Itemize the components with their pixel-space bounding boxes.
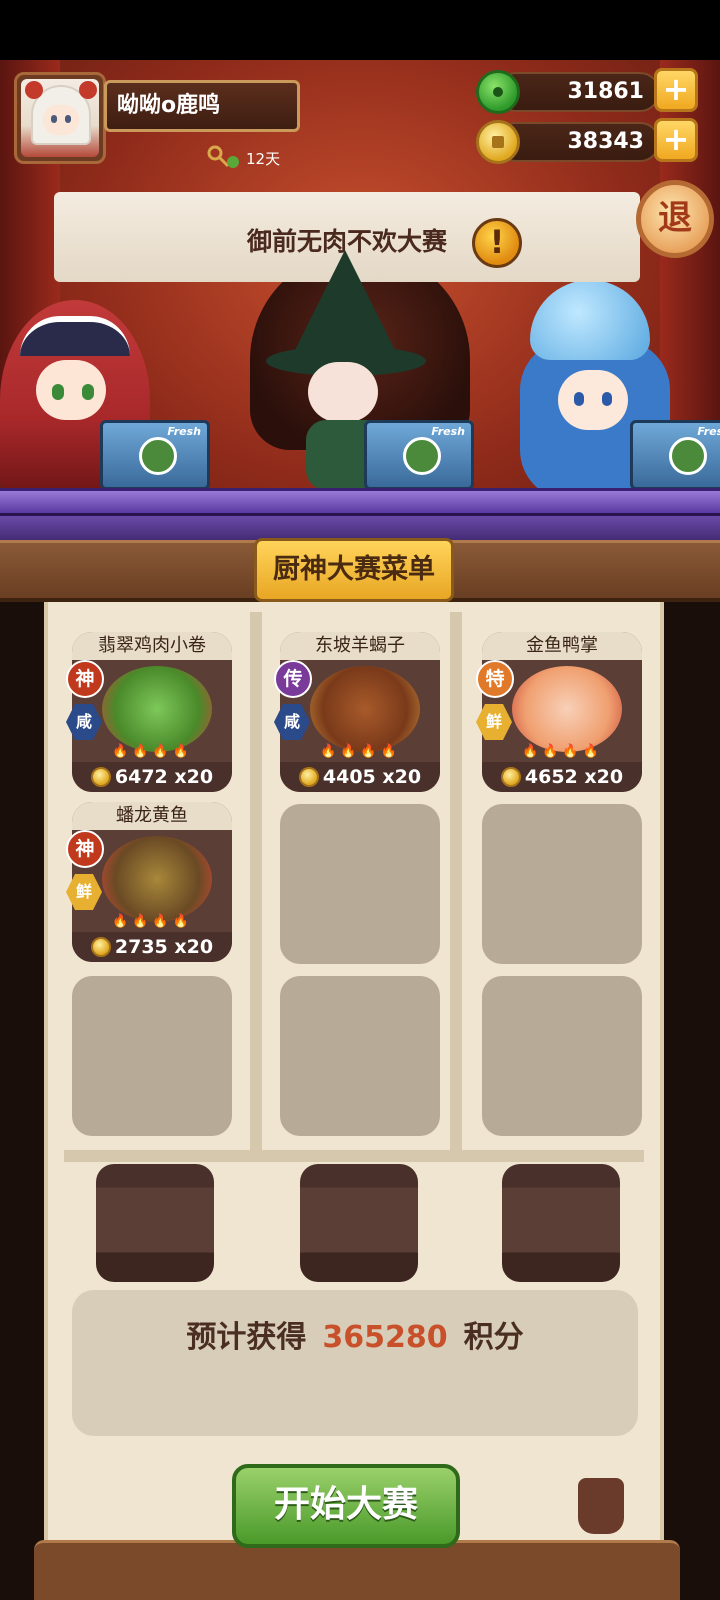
- alert-icon[interactable]: !: [472, 218, 522, 268]
- days-count: 12天: [246, 150, 281, 168]
- dish-name: 蟠龙黄鱼: [72, 802, 232, 830]
- heat-icons: 🔥🔥🔥🔥: [522, 744, 603, 759]
- estimate-label: 预计获得: [186, 1320, 307, 1355]
- dish-name: 金鱼鸭掌: [482, 632, 642, 660]
- dish-name: 东坡羊蝎子: [280, 632, 440, 660]
- player-avatar[interactable]: [14, 72, 106, 164]
- coin-icon: [500, 767, 521, 787]
- dish-price: 6472 x20: [72, 762, 232, 792]
- player-name: 呦呦o鹿鸣: [104, 80, 300, 132]
- dish-image: [310, 666, 420, 752]
- empty-dish-slot[interactable]: [280, 976, 440, 1136]
- estimated-score: 预计获得 365280 积分: [72, 1290, 638, 1436]
- chef-slot[interactable]: [502, 1164, 620, 1282]
- empty-dish-slot[interactable]: [280, 804, 440, 964]
- rank-badge: 特: [476, 660, 514, 698]
- heat-icons: 🔥🔥🔥🔥: [112, 914, 193, 929]
- dish-price: 4405 x20: [280, 762, 440, 792]
- column-divider: [450, 612, 462, 1152]
- estimate-value: 365280: [322, 1320, 448, 1355]
- heat-icons: 🔥🔥🔥🔥: [112, 744, 193, 759]
- dish-price: 2735 x20: [72, 932, 232, 962]
- fresh-counter: Fresh: [364, 420, 474, 490]
- coin-icon: [90, 937, 111, 957]
- rank-badge: 传: [274, 660, 312, 698]
- dish-card[interactable]: 东坡羊蝎子 🔥🔥🔥🔥 4405 x20 传 咸: [274, 632, 446, 802]
- column-divider: [250, 612, 262, 1152]
- menu-title: 厨神大赛菜单: [254, 538, 454, 602]
- fresh-counter: Fresh: [630, 420, 720, 490]
- add-coins-button[interactable]: +: [654, 118, 698, 162]
- stage-floor: [0, 488, 720, 516]
- heat-icons: 🔥🔥🔥🔥: [320, 744, 401, 759]
- shelf-divider: [64, 1150, 644, 1162]
- fresh-counter: Fresh: [100, 420, 210, 490]
- chef-slot[interactable]: [300, 1164, 418, 1282]
- empty-dish-slot[interactable]: [482, 976, 642, 1136]
- bottom-rail: [34, 1540, 680, 1600]
- status-bar-area: [0, 0, 720, 60]
- empty-dish-slot[interactable]: [72, 976, 232, 1136]
- estimate-unit: 积分: [463, 1320, 524, 1355]
- exit-button[interactable]: 退: [636, 180, 714, 258]
- jade-icon: [476, 70, 520, 114]
- key-icon: [207, 145, 239, 168]
- chef-slot[interactable]: [96, 1164, 214, 1282]
- empty-dish-slot[interactable]: [482, 804, 642, 964]
- dish-price: 4652 x20: [482, 762, 642, 792]
- rank-badge: 神: [66, 660, 104, 698]
- dish-card[interactable]: 金鱼鸭掌 🔥🔥🔥🔥 4652 x20 特 鲜: [476, 632, 648, 802]
- rank-badge: 神: [66, 830, 104, 868]
- coin-icon: [476, 120, 520, 164]
- dish-card[interactable]: 蟠龙黄鱼 🔥🔥🔥🔥 2735 x20 神 鲜: [66, 802, 238, 972]
- avatar: [21, 79, 99, 157]
- dish-image: [512, 666, 622, 752]
- add-jade-button[interactable]: +: [654, 68, 698, 112]
- dish-image: [102, 666, 212, 752]
- dish-name: 翡翠鸡肉小卷: [72, 632, 232, 660]
- dish-card[interactable]: 翡翠鸡肉小卷 🔥🔥🔥🔥 6472 x20 神 咸: [66, 632, 238, 802]
- coin-amount: 38343: [496, 122, 660, 162]
- start-contest-button[interactable]: 开始大赛: [232, 1464, 460, 1548]
- utensil-pot-decoration: [578, 1478, 624, 1534]
- dish-image: [102, 836, 212, 922]
- jade-amount: 31861: [496, 72, 660, 112]
- coin-icon: [298, 767, 319, 787]
- coin-icon: [90, 767, 111, 787]
